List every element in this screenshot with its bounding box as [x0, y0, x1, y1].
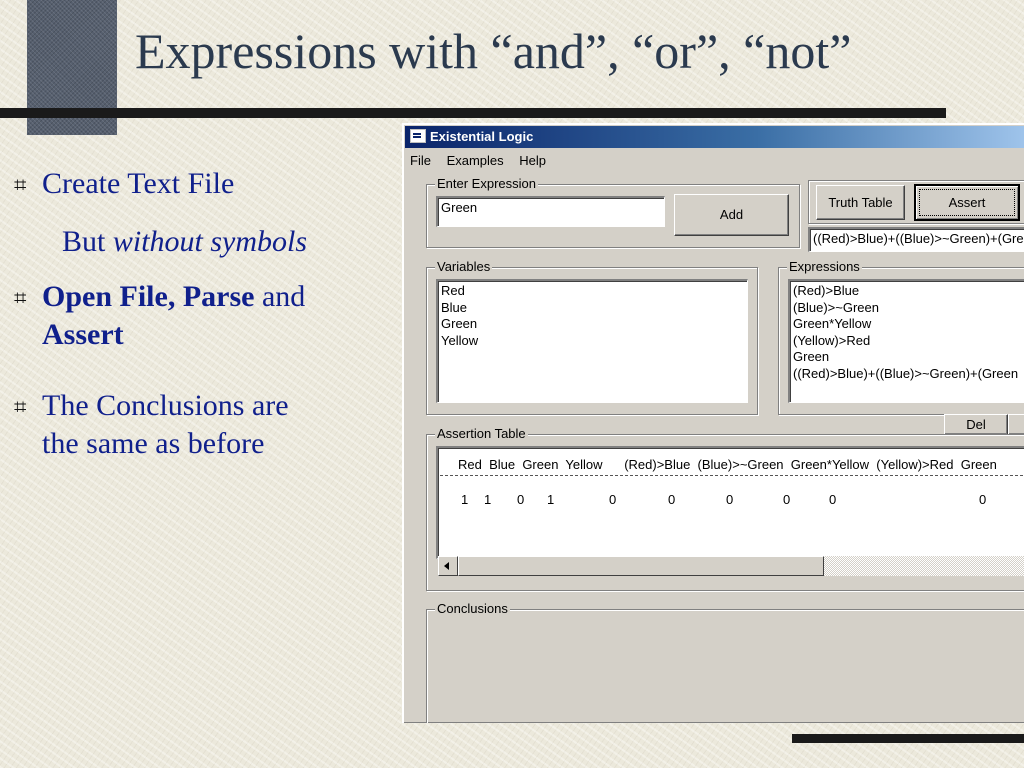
variables-list[interactable]: Red Blue Green Yellow	[436, 279, 748, 403]
bullet-plain-and: and	[254, 280, 306, 313]
variables-group: Variables Red Blue Green Yellow	[426, 259, 758, 415]
menu-examples[interactable]: Examples	[447, 153, 504, 168]
expressions-list[interactable]: (Red)>Blue (Blue)>~Green Green*Yellow (Y…	[788, 279, 1024, 403]
scroll-track[interactable]	[824, 556, 1024, 576]
truth-table-button[interactable]: Truth Table	[816, 185, 905, 220]
table-cell: 0	[979, 492, 987, 507]
sub-bullet-plain: But	[62, 225, 113, 258]
bullet-text: The Conclusions are the same as before	[42, 387, 289, 463]
scroll-thumb[interactable]	[458, 556, 824, 576]
scroll-left-icon[interactable]	[438, 556, 458, 576]
bullet-text: Open File, Parse and Assert	[42, 278, 305, 354]
title-rule	[0, 108, 946, 118]
extra-button[interactable]	[1008, 414, 1024, 435]
bullet-icon: ⌗	[14, 286, 27, 311]
slide-title: Expressions with “and”, “or”, “not”	[135, 23, 852, 79]
menu-file[interactable]: File	[410, 153, 431, 168]
table-cell: 0	[609, 492, 617, 507]
table-row[interactable]: 1 1 0 1 0 0 0 0 0 0	[438, 492, 1024, 510]
add-button[interactable]: Add	[674, 194, 789, 236]
assertion-table-label: Assertion Table	[435, 426, 528, 442]
table-horizontal-scrollbar[interactable]	[438, 556, 1024, 576]
list-item[interactable]: (Red)>Blue	[793, 283, 1024, 300]
list-item[interactable]: Green	[793, 349, 1024, 366]
app-icon	[410, 129, 426, 143]
conclusions-label: Conclusions	[435, 601, 510, 617]
action-button-group: Truth Table Assert	[808, 180, 1024, 224]
assertion-table-grid[interactable]: Red Blue Green Yellow (Red)>Blue (Blue)>…	[436, 446, 1024, 559]
table-cell: 1	[461, 492, 469, 507]
list-item[interactable]: Blue	[441, 300, 744, 317]
conclusions-group: Conclusions	[426, 601, 1024, 723]
menu-help[interactable]: Help	[519, 153, 546, 168]
menu-bar: File Examples Help	[410, 153, 558, 168]
expressions-label: Expressions	[787, 259, 862, 275]
table-cell: 0	[783, 492, 791, 507]
list-item[interactable]: Green*Yellow	[793, 316, 1024, 333]
assert-button[interactable]: Assert	[914, 184, 1020, 221]
sub-bullet-italic: without symbols	[112, 225, 308, 258]
table-cell: 0	[668, 492, 676, 507]
list-item[interactable]: (Yellow)>Red	[793, 333, 1024, 350]
bullet-conclusions: ⌗ The Conclusions are the same as before	[14, 387, 289, 463]
window-titlebar[interactable]: Existential Logic	[405, 126, 1024, 148]
bullet-create-text-file: ⌗ Create Text File	[14, 165, 234, 205]
table-header: Red Blue Green Yellow (Red)>Blue (Blue)>…	[458, 457, 997, 472]
del-button[interactable]: Del	[944, 414, 1008, 435]
window-title: Existential Logic	[430, 129, 534, 144]
bullet-text: Create Text File	[42, 167, 235, 200]
enter-expression-group: Enter Expression Green Add	[426, 176, 800, 248]
bullet-bold-assert: Assert	[42, 318, 124, 351]
enter-expression-label: Enter Expression	[435, 176, 538, 192]
list-item[interactable]: ((Red)>Blue)+((Blue)>~Green)+(Green	[793, 366, 1024, 383]
bullet-line-1: The Conclusions are	[42, 389, 289, 422]
list-item[interactable]: Red	[441, 283, 744, 300]
list-item[interactable]: Yellow	[441, 333, 744, 350]
bullet-icon: ⌗	[14, 395, 27, 420]
table-cell: 0	[726, 492, 734, 507]
existential-logic-window: Existential Logic File Examples Help Ent…	[402, 123, 1024, 723]
bottom-rule	[792, 734, 1024, 743]
bullet-line-2: the same as before	[42, 427, 265, 460]
table-separator	[440, 475, 1024, 476]
table-cell: 1	[484, 492, 492, 507]
bullet-icon: ⌗	[14, 173, 27, 198]
table-cell: 0	[829, 492, 837, 507]
assert-focus-rect	[919, 189, 1015, 216]
table-cell: 0	[517, 492, 525, 507]
table-cell: 1	[547, 492, 555, 507]
bullet-open-file-parse: ⌗ Open File, Parse and Assert	[14, 278, 305, 354]
sub-bullet-without-symbols: But without symbols	[62, 223, 307, 261]
expression-input[interactable]: Green	[436, 196, 665, 227]
list-item[interactable]: Green	[441, 316, 744, 333]
list-item[interactable]: (Blue)>~Green	[793, 300, 1024, 317]
bullet-bold-open-file: Open File, Parse	[42, 280, 255, 313]
combined-expression-field[interactable]: ((Red)>Blue)+((Blue)>~Green)+(Green	[808, 227, 1024, 252]
expressions-group: Expressions (Red)>Blue (Blue)>~Green Gre…	[778, 259, 1024, 415]
variables-label: Variables	[435, 259, 493, 275]
